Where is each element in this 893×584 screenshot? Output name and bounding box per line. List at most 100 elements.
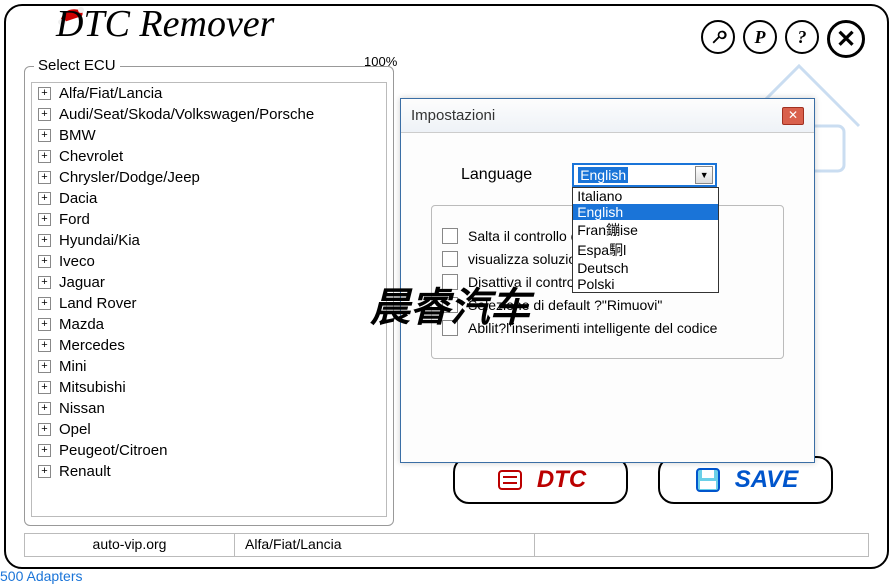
- status-right: Alfa/Fiat/Lancia: [235, 534, 535, 556]
- expander-icon[interactable]: [38, 276, 51, 289]
- language-row: Language English ▼ ItalianoEnglishFran鏰i…: [461, 163, 784, 187]
- tree-item[interactable]: Jaguar: [32, 272, 386, 293]
- tree-item-label: Land Rover: [59, 295, 137, 312]
- language-option[interactable]: Espa駉l: [573, 240, 718, 260]
- dialog-titlebar[interactable]: Impostazioni ✕: [401, 99, 814, 133]
- tree-item-label: Mitsubishi: [59, 379, 126, 396]
- tree-item[interactable]: Mini: [32, 356, 386, 377]
- tree-item-label: BMW: [59, 127, 96, 144]
- expander-icon[interactable]: [38, 444, 51, 457]
- expander-icon[interactable]: [38, 465, 51, 478]
- checkbox[interactable]: [442, 320, 458, 336]
- cropped-bottom-text: 500 Adapters: [0, 568, 83, 584]
- expander-icon[interactable]: [38, 108, 51, 121]
- expander-icon[interactable]: [38, 402, 51, 415]
- expander-icon[interactable]: [38, 381, 51, 394]
- status-left: auto-vip.org: [25, 534, 235, 556]
- language-option[interactable]: English: [573, 204, 718, 220]
- expander-icon[interactable]: [38, 234, 51, 247]
- language-dropdown[interactable]: English ▼ ItalianoEnglishFran鏰iseEspa駉lD…: [572, 163, 717, 187]
- tree-item-label: Mercedes: [59, 337, 125, 354]
- tree-item-label: Chevrolet: [59, 148, 123, 165]
- tree-item[interactable]: Land Rover: [32, 293, 386, 314]
- language-option[interactable]: Deutsch: [573, 260, 718, 276]
- expander-icon[interactable]: [38, 192, 51, 205]
- settings-dialog: Impostazioni ✕ Language English ▼ Italia…: [400, 98, 815, 463]
- tree-item-label: Iveco: [59, 253, 95, 270]
- tree-item[interactable]: Iveco: [32, 251, 386, 272]
- save-icon: [693, 465, 723, 495]
- ecu-tree[interactable]: Alfa/Fiat/Lancia Audi/Seat/Skoda/Volkswag…: [31, 82, 387, 517]
- language-option-list[interactable]: ItalianoEnglishFran鏰iseEspa駉lDeutschPols…: [572, 187, 719, 293]
- close-app-button[interactable]: ✕: [827, 20, 865, 58]
- help-button[interactable]: ?: [785, 20, 819, 54]
- save-button-label: SAVE: [735, 466, 799, 494]
- expander-icon[interactable]: [38, 318, 51, 331]
- app-title: DTC Remover: [56, 2, 274, 46]
- checkbox[interactable]: [442, 297, 458, 313]
- tree-item[interactable]: Chrysler/Dodge/Jeep: [32, 167, 386, 188]
- checkbox-row: Abilit?l'inserimenti intelligente del co…: [442, 320, 773, 336]
- top-button-row: P ? ✕: [701, 20, 865, 58]
- ecu-groupbox-label: Select ECU: [34, 57, 120, 74]
- tree-item[interactable]: Renault: [32, 461, 386, 482]
- tree-item[interactable]: Audi/Seat/Skoda/Volkswagen/Porsche: [32, 104, 386, 125]
- status-bar: auto-vip.org Alfa/Fiat/Lancia: [24, 533, 869, 557]
- tree-item[interactable]: Chevrolet: [32, 146, 386, 167]
- tree-item[interactable]: Nissan: [32, 398, 386, 419]
- tree-item[interactable]: Opel: [32, 419, 386, 440]
- expander-icon[interactable]: [38, 423, 51, 436]
- expander-icon[interactable]: [38, 213, 51, 226]
- p-button[interactable]: P: [743, 20, 777, 54]
- settings-button[interactable]: [701, 20, 735, 54]
- expander-icon[interactable]: [38, 171, 51, 184]
- expander-icon[interactable]: [38, 297, 51, 310]
- dialog-body: Language English ▼ ItalianoEnglishFran鏰i…: [401, 133, 814, 389]
- dtc-button-label: DTC: [537, 466, 586, 494]
- tree-item-label: Peugeot/Citroen: [59, 442, 167, 459]
- tree-item[interactable]: Mazda: [32, 314, 386, 335]
- tree-item-label: Nissan: [59, 400, 105, 417]
- dialog-close-button[interactable]: ✕: [782, 107, 804, 125]
- tree-item[interactable]: Mitsubishi: [32, 377, 386, 398]
- tree-item-label: Mini: [59, 358, 87, 375]
- dtc-button[interactable]: DTC: [453, 456, 628, 504]
- expander-icon[interactable]: [38, 150, 51, 163]
- tree-item[interactable]: Alfa/Fiat/Lancia: [32, 83, 386, 104]
- expander-icon[interactable]: [38, 360, 51, 373]
- checkbox[interactable]: [442, 251, 458, 267]
- language-option[interactable]: Italiano: [573, 188, 718, 204]
- ecu-groupbox: Select ECU Alfa/Fiat/LanciaAudi/Seat/Sko…: [24, 66, 394, 526]
- save-button[interactable]: SAVE: [658, 456, 833, 504]
- expander-icon[interactable]: [38, 129, 51, 142]
- language-option[interactable]: Fran鏰ise: [573, 220, 718, 240]
- language-label: Language: [461, 166, 532, 184]
- dialog-title-text: Impostazioni: [411, 107, 495, 124]
- tree-item-label: Opel: [59, 421, 91, 438]
- expander-icon[interactable]: [38, 339, 51, 352]
- tree-item-label: Alfa/Fiat/Lancia: [59, 85, 162, 102]
- checkbox[interactable]: [442, 274, 458, 290]
- checkbox-label: Abilit?l'inserimenti intelligente del co…: [468, 320, 717, 336]
- tree-item-label: Hyundai/Kia: [59, 232, 140, 249]
- wrench-icon: [710, 29, 727, 46]
- tree-item[interactable]: Dacia: [32, 188, 386, 209]
- tree-item-label: Renault: [59, 463, 111, 480]
- expander-icon[interactable]: [38, 255, 51, 268]
- checkbox[interactable]: [442, 228, 458, 244]
- tree-item[interactable]: Hyundai/Kia: [32, 230, 386, 251]
- tree-item-label: Mazda: [59, 316, 104, 333]
- chevron-down-icon: ▼: [695, 166, 713, 184]
- dtc-icon: [495, 465, 525, 495]
- tree-item[interactable]: BMW: [32, 125, 386, 146]
- language-option[interactable]: Polski: [573, 276, 718, 292]
- tree-item[interactable]: Ford: [32, 209, 386, 230]
- expander-icon[interactable]: [38, 87, 51, 100]
- tree-item[interactable]: Peugeot/Citroen: [32, 440, 386, 461]
- language-selected: English: [578, 167, 628, 183]
- tree-item-label: Jaguar: [59, 274, 105, 291]
- tree-item-label: Chrysler/Dodge/Jeep: [59, 169, 200, 186]
- checkbox-label: Salta il controllo di: [468, 228, 582, 244]
- tree-item[interactable]: Mercedes: [32, 335, 386, 356]
- tree-item-label: Audi/Seat/Skoda/Volkswagen/Porsche: [59, 106, 314, 123]
